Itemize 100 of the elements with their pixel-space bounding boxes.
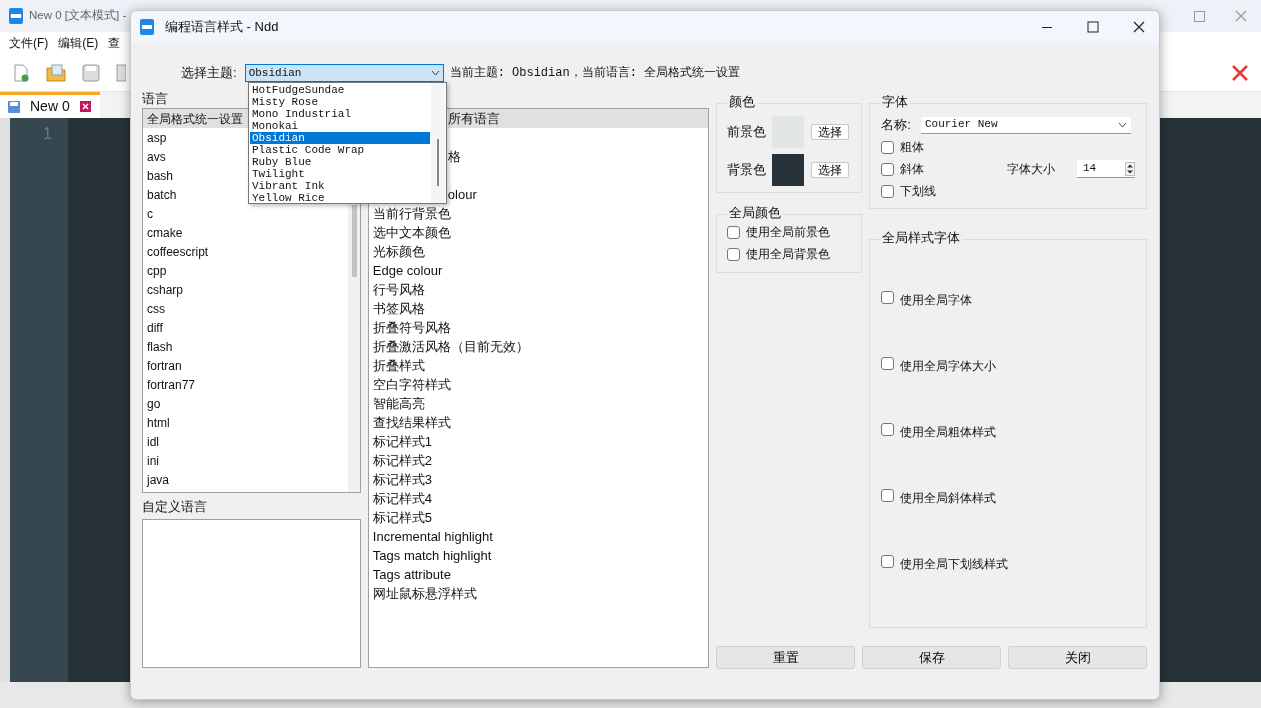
dropdown-option[interactable]: Vibrant Ink [250, 180, 430, 192]
list-item[interactable]: fortran77 [147, 376, 196, 395]
dropdown-option[interactable]: Twilight [250, 168, 430, 180]
list-item[interactable]: 所有语言 [447, 109, 708, 128]
list-item[interactable]: css [147, 300, 165, 319]
window-title: New 0 [文本模式] - [29, 8, 127, 24]
list-item[interactable]: 标记样式1 [368, 432, 708, 451]
group-title: 全局颜色 [727, 205, 783, 221]
list-item[interactable]: java [147, 471, 169, 490]
tab-label: New 0 [30, 97, 70, 116]
dropdown-option[interactable]: Yellow Rice [250, 192, 430, 204]
tab-close-icon[interactable] [79, 101, 91, 112]
field-label: 字体大小 [1007, 161, 1055, 178]
list-item[interactable]: avs [147, 148, 166, 167]
list-item[interactable]: diff [147, 319, 163, 338]
checkbox[interactable] [881, 357, 895, 370]
dialog-button[interactable]: 关闭 [1008, 646, 1147, 669]
list-item[interactable]: idl [147, 433, 159, 452]
list-item[interactable]: 折叠激活风格（目前无效） [368, 337, 708, 356]
theme-label: 选择主题: [181, 64, 237, 83]
list-item[interactable]: go [147, 395, 161, 414]
checkbox[interactable] [881, 291, 895, 304]
list-item[interactable]: 网址鼠标悬浮样式 [368, 584, 708, 603]
list-item[interactable]: 行号风格 [368, 280, 708, 299]
scrollbar-thumb[interactable] [437, 139, 439, 186]
list-item[interactable]: cmake [147, 224, 183, 243]
theme-dropdown[interactable]: Obsidian [244, 64, 444, 82]
list-item[interactable]: Incremental highlight [368, 527, 708, 546]
list-item[interactable]: 当前行背景色 [368, 204, 708, 223]
font-size-field[interactable]: 14 [1077, 160, 1135, 178]
list-item[interactable]: 标记样式3 [368, 470, 708, 489]
list-item[interactable]: 智能高亮 [368, 394, 708, 413]
dropdown-option[interactable]: Misty Rose [250, 96, 430, 108]
list-item[interactable]: csharp [147, 281, 184, 300]
maximize-icon[interactable] [1087, 21, 1099, 33]
choose-button[interactable]: 选择 [811, 162, 849, 178]
dialog-button[interactable]: 重置 [716, 646, 855, 669]
list-item[interactable]: Tags attribute [368, 565, 708, 584]
checkbox[interactable] [881, 184, 895, 198]
list-item[interactable]: Tags match highlight [368, 546, 708, 565]
group-title: 全局样式字体 [880, 230, 963, 246]
menu-item[interactable]: 查 [108, 34, 121, 52]
list-item[interactable]: 全局格式统一设置 [147, 110, 243, 129]
checkbox[interactable] [727, 247, 740, 261]
close-icon[interactable] [1133, 21, 1145, 33]
checkbox-label: 使用全局下划线样式 [900, 556, 1009, 573]
menu-item[interactable]: 编辑(E) [58, 34, 99, 52]
list-item[interactable]: html [147, 414, 170, 433]
list-item[interactable]: 光标颜色 [368, 242, 708, 261]
list-item[interactable]: ini [147, 452, 159, 471]
folder-icon[interactable] [46, 63, 66, 82]
list-item[interactable]: flash [147, 338, 173, 357]
checkbox[interactable] [881, 555, 895, 568]
dialog-button[interactable]: 保存 [862, 646, 1001, 669]
checkbox[interactable] [727, 225, 740, 239]
checkbox-label: 使用全局字体 [900, 292, 973, 309]
list-item[interactable]: 标记样式4 [368, 489, 708, 508]
checkbox-label: 使用全局粗体样式 [900, 424, 997, 441]
list-item[interactable]: asp [147, 129, 167, 148]
dropdown-option[interactable]: Ruby Blue [250, 156, 430, 168]
checkbox[interactable] [881, 489, 895, 502]
checkbox[interactable] [881, 140, 895, 154]
list-item[interactable]: 空白字符样式 [368, 375, 708, 394]
list-item[interactable]: c [147, 205, 153, 224]
choose-button[interactable]: 选择 [811, 124, 849, 140]
checkbox-label: 使用全局背景色 [746, 246, 830, 263]
checkbox[interactable] [881, 423, 895, 436]
list-item[interactable]: batch [147, 186, 177, 205]
list-item[interactable]: coffeescript [147, 243, 209, 262]
list-item[interactable]: 格 [447, 147, 708, 166]
file-tab[interactable]: New 0 [0, 92, 100, 118]
color-swatch[interactable] [772, 154, 804, 186]
list-item[interactable]: 折叠样式 [368, 356, 708, 375]
list-item[interactable]: 标记样式2 [368, 451, 708, 470]
list-item[interactable]: cpp [147, 262, 167, 281]
checkbox[interactable] [881, 162, 895, 176]
dropdown-option[interactable]: Mono Industrial [250, 108, 430, 120]
dropdown-option[interactable]: Monokai [250, 120, 430, 132]
list-item[interactable]: 标记样式5 [368, 508, 708, 527]
status-text: 当前主题: Obsidian，当前语言: 全局格式统一设置 [449, 65, 741, 82]
list-item[interactable]: Edge colour [368, 261, 708, 280]
list-item[interactable]: bash [147, 167, 174, 186]
list-item[interactable]: 书签风格 [368, 299, 708, 318]
field-label: 名称: [881, 116, 911, 135]
new-file-icon[interactable] [12, 63, 30, 82]
dropdown-option[interactable]: HotFudgeSundae [250, 84, 430, 96]
list-item[interactable]: 选中文本颜色 [368, 223, 708, 242]
menu-item[interactable]: 文件(F) [9, 34, 49, 52]
list-item[interactable]: olour [447, 185, 708, 204]
chevron-down-icon [1117, 121, 1127, 128]
font-dropdown[interactable]: Courier New [920, 116, 1131, 134]
checkbox-label: 斜体 [900, 161, 925, 178]
list-item[interactable]: 折叠符号风格 [368, 318, 708, 337]
dropdown-option[interactable]: Plastic Code Wrap [250, 144, 430, 156]
section-label: 语言 [142, 91, 168, 106]
list-item[interactable]: 查找结果样式 [368, 413, 708, 432]
scrollbar-thumb[interactable] [351, 205, 357, 277]
list-item[interactable]: fortran [147, 357, 182, 376]
dropdown-option[interactable]: Obsidian [250, 132, 430, 144]
chevron-down-icon [430, 70, 440, 76]
